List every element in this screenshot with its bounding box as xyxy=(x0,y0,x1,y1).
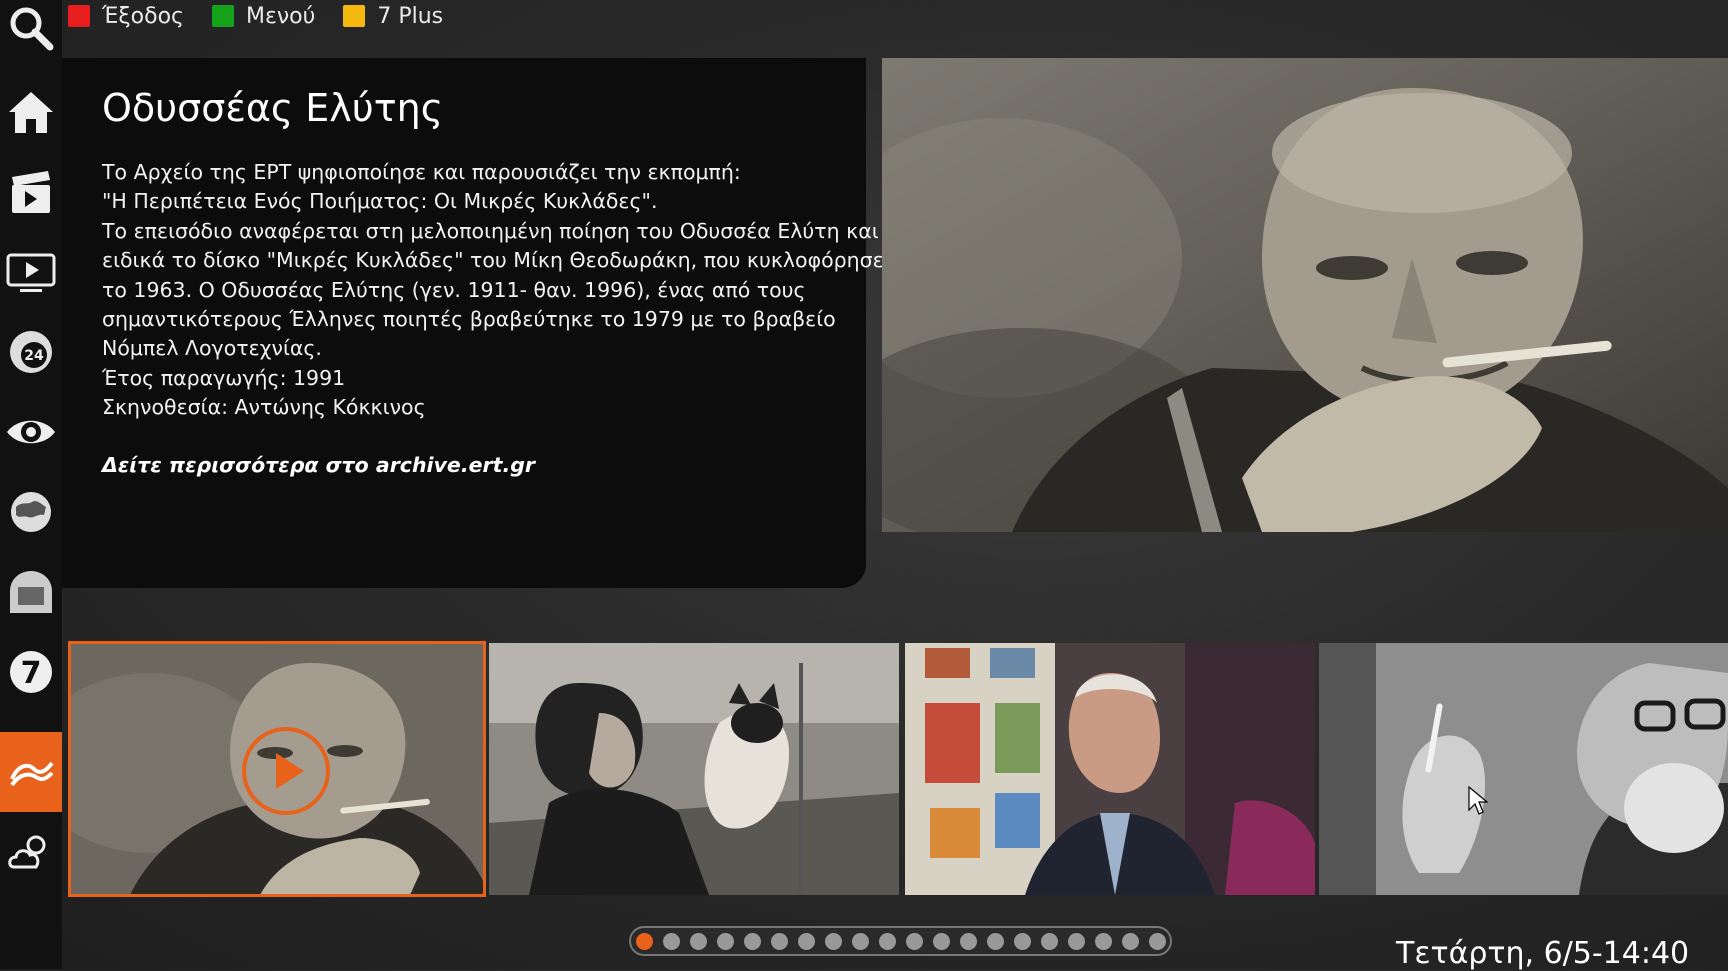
pager-dot[interactable] xyxy=(1121,932,1139,950)
red-key-icon xyxy=(68,5,90,27)
pager-dot[interactable] xyxy=(1094,932,1112,950)
production-year: Έτος παραγωγής: 1991 xyxy=(102,365,346,390)
man-interview-thumbnail[interactable] xyxy=(905,643,1315,895)
weather-icon[interactable] xyxy=(0,812,62,892)
archive-icon[interactable] xyxy=(0,552,62,632)
archive-link[interactable]: Δείτε περισσότερα στο archive.ert.gr xyxy=(102,453,848,477)
sidebar: 24 7 xyxy=(0,0,62,969)
pager-dot[interactable] xyxy=(1040,932,1058,950)
menu-label: Μενού xyxy=(245,3,316,29)
hero-image xyxy=(882,58,1728,532)
world-icon[interactable] xyxy=(0,472,62,552)
menu-shortcut[interactable]: Μενού xyxy=(211,3,316,29)
pager-dot[interactable] xyxy=(932,932,950,950)
description-line: Το επεισόδιο αναφέρεται στη μελοποιημένη… xyxy=(102,218,879,243)
pager-dot[interactable] xyxy=(905,932,923,950)
movies-icon[interactable] xyxy=(0,152,62,232)
description-line: Το Αρχείο της ΕΡΤ ψηφιοποίησε και παρουσ… xyxy=(102,160,741,184)
pager-dot[interactable] xyxy=(824,932,842,950)
7plus-label: 7 Plus xyxy=(377,3,444,29)
page-title: Οδυσσέας Ελύτης xyxy=(102,86,444,130)
info-panel: Οδυσσέας Ελύτης Το Αρχείο της ΕΡΤ ψηφιοπ… xyxy=(62,58,884,588)
play-button[interactable] xyxy=(240,725,332,817)
pager-dot[interactable] xyxy=(716,932,734,950)
pager-dot[interactable] xyxy=(986,932,1004,950)
description: Το Αρχείο της ΕΡΤ ψηφιοποίησε και παρουσ… xyxy=(102,158,884,423)
director: Σκηνοθεσία: Αντώνης Κόκκινος xyxy=(102,395,426,420)
pager-dot[interactable] xyxy=(635,932,653,950)
woman-with-cat-thumbnail[interactable] xyxy=(489,643,899,895)
yellow-key-icon xyxy=(343,5,366,27)
exit-label: Έξοδος xyxy=(102,3,184,29)
pager-dot[interactable] xyxy=(770,932,788,950)
ert-archive-icon[interactable] xyxy=(0,732,62,812)
exit-shortcut[interactable]: Έξοδος xyxy=(68,4,184,29)
description-line: "Η Περιπέτεια Ενός Ποιήματος: Οι Μικρές … xyxy=(102,189,658,214)
description-line: το 1963. Ο Οδυσσέας Ελύτης (γεν. 1911- θ… xyxy=(102,277,806,302)
pager-dot[interactable] xyxy=(689,932,707,950)
svg-text:7: 7 xyxy=(21,656,42,691)
pager-dot[interactable] xyxy=(662,932,680,950)
date-time: Τετάρτη, 6/5-14:40 xyxy=(1396,936,1690,971)
top-bar: Έξοδος Μενού 7 Plus xyxy=(62,0,465,32)
pager-dot[interactable] xyxy=(1013,932,1031,950)
mouse-cursor-icon xyxy=(1468,785,1489,820)
green-key-icon xyxy=(211,5,234,27)
pager-dot[interactable] xyxy=(1148,932,1166,950)
home-icon[interactable] xyxy=(0,72,62,152)
pager-dot[interactable] xyxy=(743,932,761,950)
man-smoking-thumbnail[interactable] xyxy=(68,641,486,897)
channel-7-icon[interactable]: 7 xyxy=(0,632,62,712)
pager-dot[interactable] xyxy=(851,932,869,950)
description-line: ειδικά το δίσκο "Μικρές Κυκλάδες" του Μί… xyxy=(102,248,884,273)
pager-dot[interactable] xyxy=(1067,932,1085,950)
description-line: σημαντικότερους Έλληνες ποιητές βραβεύτη… xyxy=(102,307,836,332)
eye-icon[interactable] xyxy=(0,392,62,472)
video-player-icon[interactable] xyxy=(0,232,62,312)
ert24-icon[interactable]: 24 xyxy=(0,312,62,392)
carousel-pager[interactable] xyxy=(629,926,1172,956)
search-icon[interactable] xyxy=(0,0,62,68)
pager-dot[interactable] xyxy=(797,932,815,950)
pager-dot[interactable] xyxy=(878,932,896,950)
pager-dot[interactable] xyxy=(959,932,977,950)
svg-text:24: 24 xyxy=(24,348,44,364)
description-line: Νόμπελ Λογοτεχνίας. xyxy=(102,336,322,361)
bearded-man-thumbnail[interactable] xyxy=(1319,643,1728,895)
7plus-shortcut[interactable]: 7 Plus xyxy=(343,4,443,29)
